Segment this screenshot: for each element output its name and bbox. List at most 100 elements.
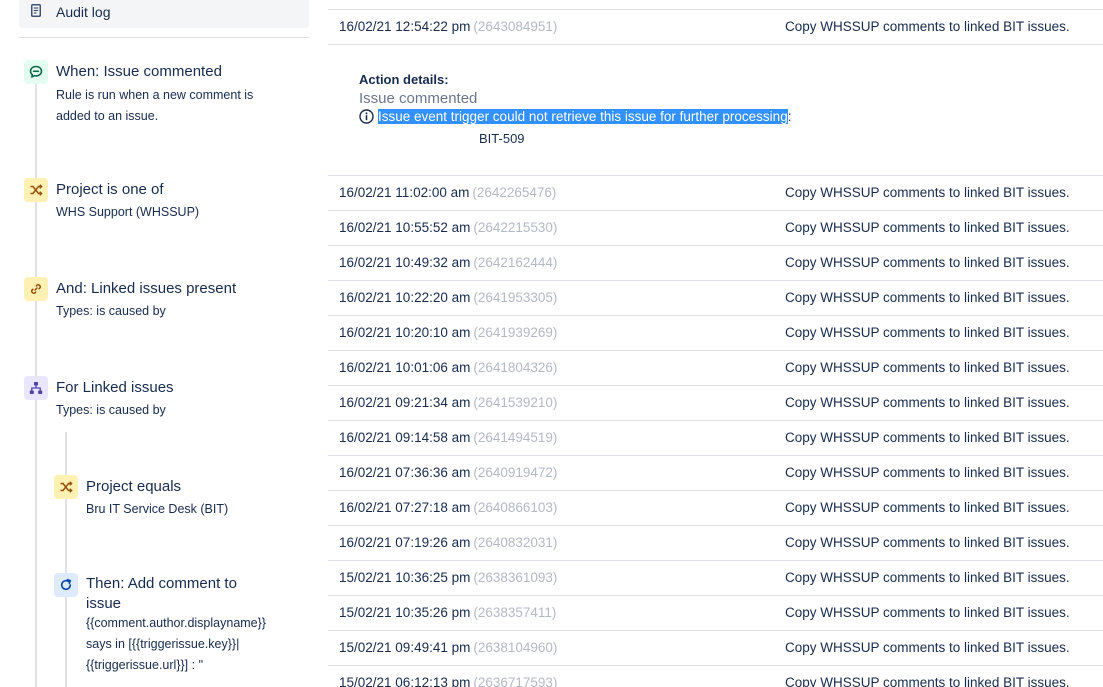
automation-rule-audit-view: Audit log When: Issue commented Rule is …: [0, 0, 1103, 687]
action-details-issue-key[interactable]: BIT-509: [479, 131, 525, 146]
log-id: (2641539210): [473, 395, 558, 410]
audit-log-list: 16/02/21 12:54:22 pm (2643084951) Copy WH…: [328, 0, 1103, 687]
component-description: Bru IT Service Desk (BIT): [86, 502, 229, 516]
log-id: (2638104960): [473, 640, 558, 655]
log-id: (2641494519): [473, 430, 558, 445]
log-id: (2640866103): [473, 500, 558, 515]
log-row[interactable]: 16/02/21 07:19:26 am (2640832031) Copy WH…: [328, 526, 1103, 561]
log-datetime: 16/02/21 09:14:58 am (2641494519): [339, 430, 558, 445]
log-row[interactable]: 16/02/21 10:49:32 am (2642162444) Copy WH…: [328, 246, 1103, 281]
log-row[interactable]: 15/02/21 10:36:25 pm (2638361093) Copy WH…: [328, 561, 1103, 596]
log-datetime: 16/02/21 10:55:52 am (2642215530): [339, 220, 558, 235]
log-datetime: 16/02/21 12:54:22 pm (2643084951): [339, 19, 558, 34]
log-datetime: 15/02/21 09:49:41 pm (2638104960): [339, 640, 558, 655]
rule-component-add-comment-action[interactable]: Then: Add comment to issue {{comment.aut…: [54, 571, 304, 687]
component-description: WHS Support (WHSSUP): [56, 205, 200, 219]
log-rule-name: Copy WHSSUP comments to linked BIT issue…: [785, 430, 1070, 445]
refresh-action-icon: [54, 573, 78, 597]
log-datetime: 16/02/21 11:02:00 am (2642265476): [339, 185, 557, 200]
log-row[interactable]: 16/02/21 09:14:58 am (2641494519) Copy WH…: [328, 421, 1103, 456]
log-id: (2640919472): [473, 465, 558, 480]
log-id: (2643084951): [473, 19, 558, 34]
component-title: Project equals: [86, 478, 182, 495]
log-datetime: 15/02/21 10:36:25 pm (2638361093): [339, 570, 558, 585]
log-rule-name: Copy WHSSUP comments to linked BIT issue…: [785, 605, 1070, 620]
log-id: (2636717593): [473, 675, 558, 687]
log-id: (2642265476): [472, 185, 557, 200]
rule-components-panel: Audit log When: Issue commented Rule is …: [0, 0, 320, 687]
log-rule-name: Copy WHSSUP comments to linked BIT issue…: [785, 640, 1070, 655]
link-icon: [24, 277, 48, 301]
description-line: says in [{{triggerissue.key}}|: [86, 637, 240, 651]
log-rule-name: Copy WHSSUP comments to linked BIT issue…: [785, 325, 1070, 340]
log-row[interactable]: 16/02/21 10:20:10 am (2641939269) Copy WH…: [328, 316, 1103, 351]
log-datetime: 16/02/21 10:22:20 am (2641953305): [339, 290, 558, 305]
log-rule-name: Copy WHSSUP comments to linked BIT issue…: [785, 255, 1070, 270]
log-rule-name: Copy WHSSUP comments to linked BIT issue…: [785, 360, 1070, 375]
log-id: (2642215530): [473, 220, 558, 235]
component-title: For Linked issues: [56, 379, 174, 396]
log-id: (2642162444): [473, 255, 558, 270]
log-row[interactable]: 15/02/21 09:49:41 pm (2638104960) Copy WH…: [328, 631, 1103, 666]
log-row[interactable]: 16/02/21 07:27:18 am (2640866103) Copy WH…: [328, 491, 1103, 526]
component-description: Types: is caused by: [56, 403, 166, 417]
component-title: When: Issue commented: [56, 63, 222, 80]
log-datetime: 15/02/21 10:35:26 pm (2638357411): [339, 605, 557, 620]
log-row[interactable]: 16/02/21 10:22:20 am (2641953305) Copy WH…: [328, 281, 1103, 316]
log-datetime: 16/02/21 10:20:10 am (2641939269): [339, 325, 558, 340]
log-rule-name: Copy WHSSUP comments to linked BIT issue…: [785, 395, 1070, 410]
log-id: (2638361093): [473, 570, 558, 585]
log-row[interactable]: 16/02/21 10:55:52 am (2642215530) Copy WH…: [328, 211, 1103, 246]
action-details-title: Action details:: [359, 72, 449, 87]
log-row[interactable]: 16/02/21 10:01:06 am (2641804326) Copy WH…: [328, 351, 1103, 386]
info-icon: [359, 109, 374, 124]
selected-text: Issue event trigger could not retrieve t…: [378, 109, 788, 124]
rule-component-linked-issues-condition[interactable]: And: Linked issues present Types: is cau…: [24, 277, 284, 327]
branch-hierarchy-icon: [24, 376, 48, 400]
log-datetime: 16/02/21 10:49:32 am (2642162444): [339, 255, 558, 270]
log-row[interactable]: 15/02/21 06:12:13 pm (2636717593) Copy WH…: [328, 666, 1103, 687]
log-row[interactable]: 16/02/21 12:54:22 pm (2643084951) Copy WH…: [328, 10, 1103, 45]
log-datetime: 16/02/21 09:21:34 am (2641539210): [339, 395, 558, 410]
log-datetime: 16/02/21 07:36:36 am (2640919472): [339, 465, 558, 480]
component-title: Project is one of: [56, 181, 164, 198]
log-rule-name: Copy WHSSUP comments to linked BIT issue…: [785, 500, 1070, 515]
log-datetime: 16/02/21 07:19:26 am (2640832031): [339, 535, 558, 550]
document-icon: [31, 4, 41, 17]
component-description: Rule is run when a new comment is added …: [56, 88, 254, 123]
log-rule-name: Copy WHSSUP comments to linked BIT issue…: [785, 19, 1070, 34]
audit-log-nav-item[interactable]: Audit log: [19, 0, 309, 28]
component-description: {{comment.author.displayname}} says in […: [86, 613, 301, 676]
comment-trigger-icon: [24, 60, 48, 84]
log-id: (2640832031): [473, 535, 558, 550]
rule-component-linked-issues-branch[interactable]: For Linked issues Types: is caused by: [24, 376, 284, 426]
log-row[interactable]: 15/02/21 10:35:26 pm (2638357411) Copy WH…: [328, 596, 1103, 631]
action-details-component: Issue commented: [359, 90, 478, 107]
component-title: Then: Add comment to issue: [86, 575, 237, 612]
action-details-message[interactable]: Issue event trigger could not retrieve t…: [378, 109, 791, 124]
log-datetime: 15/02/21 06:12:13 pm (2636717593): [339, 675, 557, 687]
description-line: {{triggerissue.url}}] : ": [86, 658, 204, 672]
log-row[interactable]: 16/02/21 07:36:36 am (2640919472) Copy WH…: [328, 456, 1103, 491]
description-line: {{comment.author.displayname}}: [86, 616, 266, 630]
log-rule-name: Copy WHSSUP comments to linked BIT issue…: [785, 535, 1070, 550]
log-id: (2638357411): [473, 605, 557, 620]
shuffle-condition-icon: [54, 475, 78, 499]
log-rule-name: Copy WHSSUP comments to linked BIT issue…: [785, 465, 1070, 480]
shuffle-condition-icon: [24, 178, 48, 202]
log-rule-name: Copy WHSSUP comments to linked BIT issue…: [785, 220, 1070, 235]
rule-component-trigger[interactable]: When: Issue commented Rule is run when a…: [24, 60, 284, 130]
log-id: (2641953305): [473, 290, 558, 305]
log-id: (2641804326): [473, 360, 558, 375]
log-datetime: 16/02/21 07:27:18 am (2640866103): [339, 500, 558, 515]
log-row[interactable]: 16/02/21 09:21:34 am (2641539210) Copy WH…: [328, 386, 1103, 421]
rule-component-project-equals-condition[interactable]: Project equals Bru IT Service Desk (BIT): [54, 475, 294, 525]
component-description: Types: is caused by: [56, 304, 166, 318]
log-datetime: 16/02/21 10:01:06 am (2641804326): [339, 360, 558, 375]
rule-component-project-condition[interactable]: Project is one of WHS Support (WHSSUP): [24, 178, 284, 228]
log-id: (2641939269): [473, 325, 558, 340]
action-details-panel: Action details: Issue commented Issue ev…: [328, 45, 1103, 176]
log-row[interactable]: 16/02/21 11:02:00 am (2642265476) Copy WH…: [328, 176, 1103, 211]
log-rule-name: Copy WHSSUP comments to linked BIT issue…: [785, 675, 1070, 687]
log-rule-name: Copy WHSSUP comments to linked BIT issue…: [785, 570, 1070, 585]
